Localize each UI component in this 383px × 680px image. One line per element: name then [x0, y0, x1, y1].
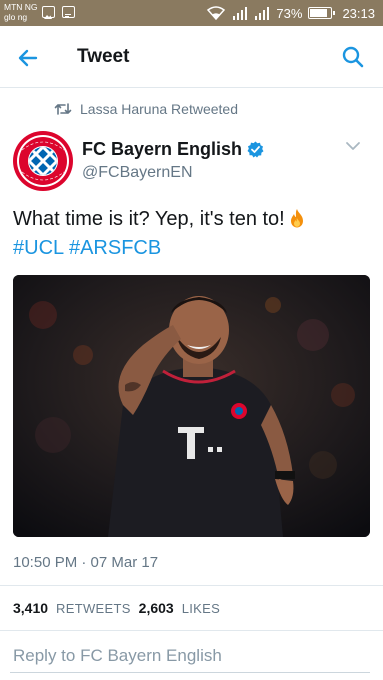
hashtag-ucl[interactable]: #UCL	[13, 237, 63, 259]
wifi-icon	[207, 6, 226, 20]
chevron-down-icon[interactable]	[345, 140, 361, 152]
message-notification-icon	[62, 6, 75, 18]
author-handle[interactable]: @FCBayernEN	[82, 164, 193, 182]
retweets-count[interactable]: 3,410	[13, 600, 48, 616]
app-bar: Tweet	[0, 26, 383, 88]
image-notification-icon	[42, 6, 55, 19]
carrier-line-1: MTN NG	[4, 2, 38, 12]
arrow-left-icon	[18, 49, 38, 67]
tweet-text: What time is it? Yep, it's ten to! #UCL …	[13, 205, 373, 263]
retweet-icon	[54, 103, 72, 115]
back-button[interactable]	[14, 44, 42, 72]
retweet-context[interactable]: Lassa Haruna Retweeted	[54, 100, 238, 118]
fc-bayern-logo	[13, 131, 73, 191]
battery-percent: 73%	[276, 5, 303, 21]
tweet-body: What time is it? Yep, it's ten to!	[13, 208, 285, 230]
tweet-timestamp: 10:50 PM · 07 Mar 17	[13, 554, 159, 571]
retweet-label: Lassa Haruna Retweeted	[80, 101, 238, 117]
fire-icon	[290, 209, 303, 228]
divider-bottom	[0, 630, 383, 631]
search-button[interactable]	[339, 43, 367, 71]
author-name-text: FC Bayern English	[82, 139, 243, 159]
battery-icon	[308, 7, 336, 19]
reply-input[interactable]: Reply to FC Bayern English	[13, 646, 222, 666]
avatar[interactable]	[12, 130, 74, 192]
divider-top	[0, 585, 383, 586]
tweet-stats: 3,410 RETWEETS 2,603 LIKES	[13, 600, 220, 616]
carrier-info: MTN NG glo ng	[4, 2, 38, 22]
likes-label[interactable]: LIKES	[182, 601, 220, 616]
status-right: 73% 23:13	[206, 4, 375, 22]
author-name[interactable]: FC Bayern English	[82, 139, 264, 160]
clock: 23:13	[342, 5, 375, 21]
search-icon	[342, 46, 364, 68]
hashtag-arsfcb[interactable]: #ARSFCB	[69, 237, 161, 259]
signal-icon-2	[255, 7, 270, 20]
page-title: Tweet	[77, 46, 130, 67]
player-photo	[13, 275, 370, 537]
tweet-photo[interactable]	[13, 275, 370, 537]
likes-count[interactable]: 2,603	[139, 600, 174, 616]
verified-badge-icon	[247, 141, 264, 158]
signal-icon-1	[233, 7, 248, 20]
reply-underline	[10, 672, 370, 673]
retweets-label[interactable]: RETWEETS	[56, 601, 131, 616]
carrier-line-2: glo ng	[4, 12, 28, 22]
status-bar: MTN NG glo ng 73% 23:13	[0, 0, 383, 26]
